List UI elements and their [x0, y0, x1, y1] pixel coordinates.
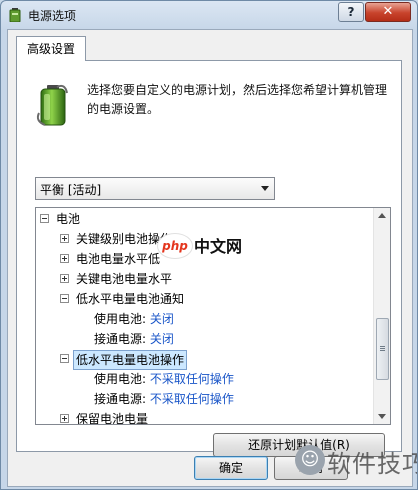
- dialog-content: 高级设置 选择您要自定义的电源计划，然后选择您希望计算机管理的电源设置。 平衡 …: [7, 29, 413, 487]
- tree-item-label: 关键电池电量水平: [76, 272, 173, 286]
- tree-item-label: 电池: [56, 212, 81, 226]
- php-logo-icon: php: [157, 233, 193, 259]
- battery-power-icon: [9, 8, 21, 22]
- tree-item-low-notify[interactable]: 低水平电量电池通知: [60, 290, 360, 308]
- watermark-text: 软件技巧: [327, 450, 418, 478]
- scroll-thumb[interactable]: [376, 318, 389, 380]
- tree-item-label-selected: 低水平电量电池操作: [73, 350, 188, 370]
- tree-item-low-action[interactable]: 低水平电量电池操作: [60, 350, 360, 370]
- php-cn-watermark: 中文网: [194, 233, 243, 257]
- collapse-icon[interactable]: [60, 294, 69, 303]
- expand-icon[interactable]: [60, 414, 69, 423]
- chevron-down-icon[interactable]: [261, 186, 269, 191]
- setting-value-link[interactable]: 不采取任何操作: [150, 392, 234, 406]
- scroll-up-arrow-icon[interactable]: [374, 208, 390, 224]
- description-text: 选择您要自定义的电源计划，然后选择您希望计算机管理的电源设置。: [87, 83, 388, 116]
- power-plan-select[interactable]: 平衡 [活动]: [35, 177, 275, 200]
- ok-button[interactable]: 确定: [194, 456, 268, 480]
- tree-setting-low-notify-battery[interactable]: 使用电池: 关闭: [94, 310, 354, 328]
- scroll-down-arrow-icon[interactable]: [374, 408, 390, 424]
- tree-item-label: 低水平电量电池通知: [76, 292, 185, 306]
- expand-icon[interactable]: [60, 274, 69, 283]
- collapse-icon[interactable]: [40, 214, 49, 223]
- setting-value-link[interactable]: 不采取任何操作: [150, 372, 234, 386]
- setting-label: 接通电源:: [94, 392, 147, 406]
- tree-setting-low-action-plugged[interactable]: 接通电源: 不采取任何操作: [94, 390, 354, 408]
- tree-setting-low-notify-plugged[interactable]: 接通电源: 关闭: [94, 330, 354, 348]
- power-plan-value: 平衡 [活动]: [40, 183, 102, 197]
- power-options-window: 电源选项 ? ✕ 高级设置 选择您要自定义的电源计划，然后选择您希望计算机管理的…: [0, 0, 418, 490]
- tree-scrollbar[interactable]: [373, 208, 390, 424]
- collapse-icon[interactable]: [60, 354, 69, 363]
- tab-advanced-settings[interactable]: 高级设置: [16, 36, 86, 61]
- expand-icon[interactable]: [60, 234, 69, 243]
- help-button[interactable]: ?: [338, 2, 364, 22]
- smiley-icon: ☺: [295, 445, 325, 475]
- setting-value-link[interactable]: 关闭: [150, 312, 174, 326]
- close-button[interactable]: ✕: [365, 2, 411, 22]
- setting-label: 接通电源:: [94, 332, 147, 346]
- green-battery-icon: [36, 84, 68, 126]
- tree-item-label: 电池电量水平低: [76, 252, 161, 266]
- setting-label: 使用电池:: [94, 372, 147, 386]
- tree-item-label: 保留电池电量: [76, 412, 149, 425]
- grip-icon: [380, 346, 385, 347]
- tree-setting-low-action-battery[interactable]: 使用电池: 不采取任何操作: [94, 370, 354, 388]
- title-bar[interactable]: 电源选项 ? ✕: [1, 1, 417, 29]
- tree-item-battery[interactable]: 电池: [40, 210, 360, 228]
- window-title: 电源选项: [28, 9, 77, 23]
- setting-label: 使用电池:: [94, 312, 147, 326]
- setting-value-link[interactable]: 关闭: [150, 332, 174, 346]
- expand-icon[interactable]: [60, 254, 69, 263]
- tree-item-critical-level[interactable]: 关键电池电量水平: [60, 270, 360, 288]
- tree-item-reserve[interactable]: 保留电池电量: [60, 410, 360, 425]
